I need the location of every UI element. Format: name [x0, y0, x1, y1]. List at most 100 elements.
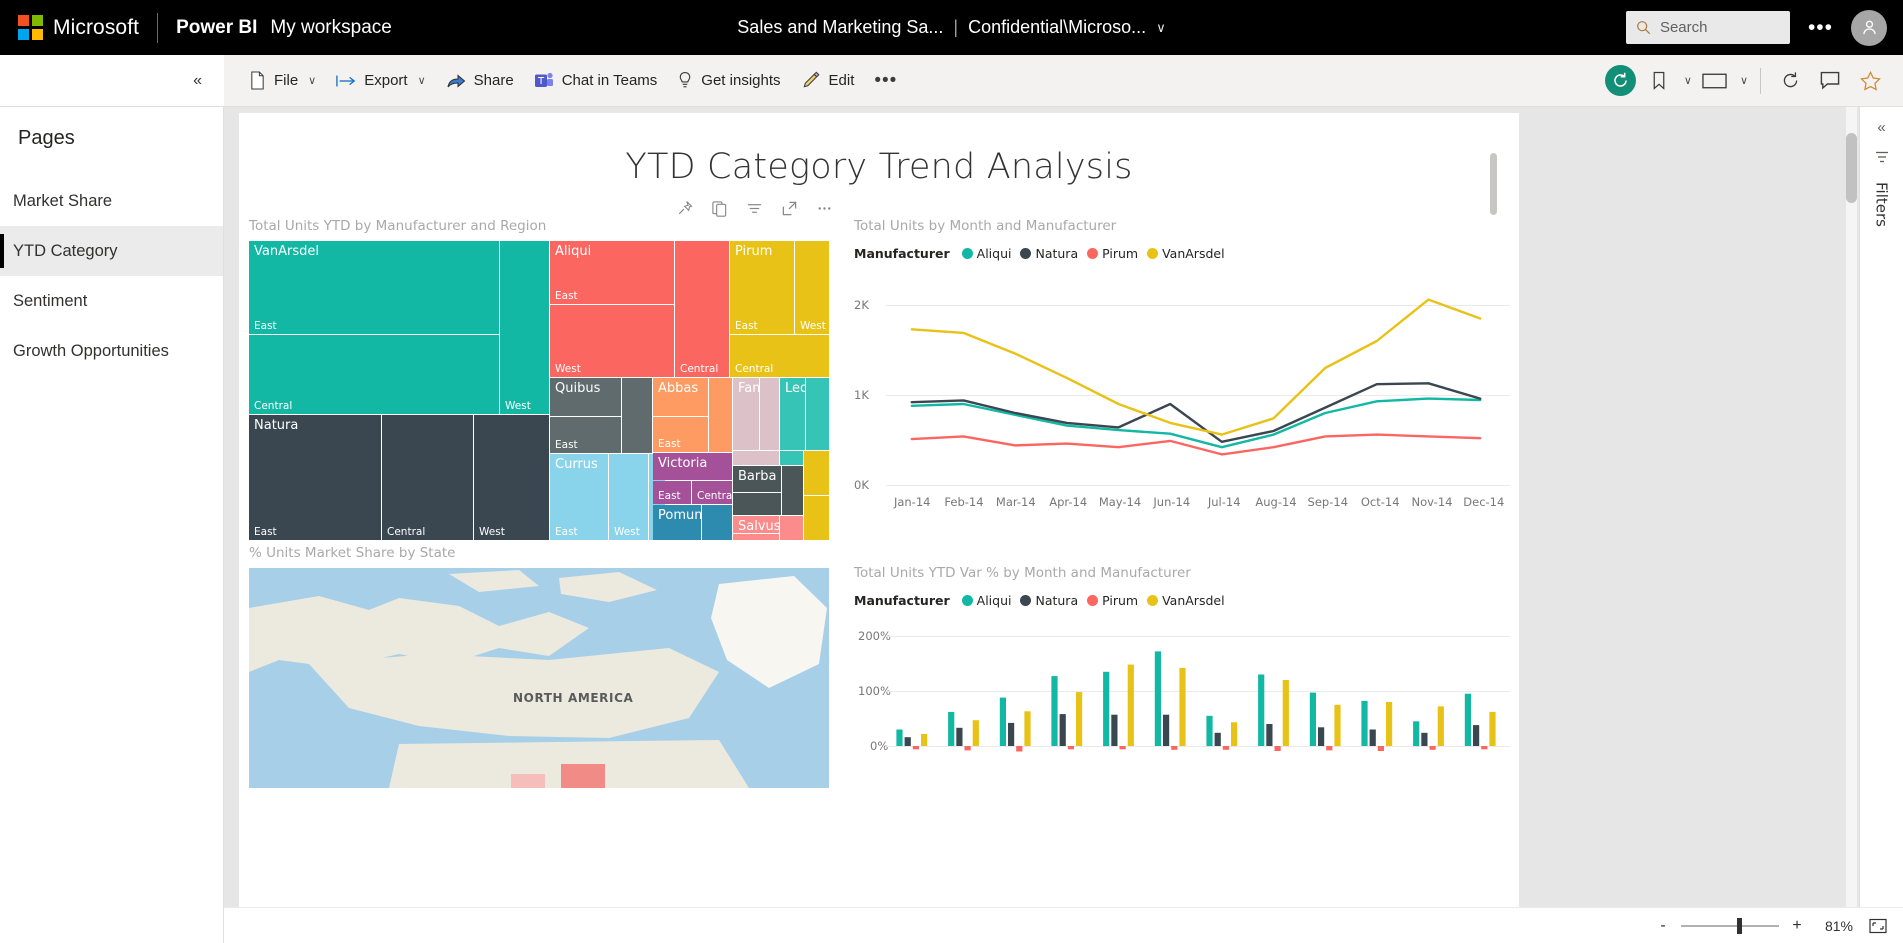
- treemap-tile[interactable]: Pirum East: [730, 241, 794, 334]
- treemap-tile[interactable]: [702, 505, 732, 540]
- toolbar-file-label: File: [274, 72, 299, 89]
- map-plot[interactable]: NORTH AMERICA: [249, 568, 829, 788]
- map-visual[interactable]: % Units Market Share by State NORTH AMER…: [249, 545, 841, 788]
- treemap-tile[interactable]: Salvus: [733, 516, 779, 533]
- treemap-tile[interactable]: Abbas: [653, 378, 708, 416]
- filter-icon[interactable]: [745, 199, 763, 217]
- toolbar-get-insights-button[interactable]: Get insights: [668, 63, 789, 99]
- more-options-icon[interactable]: [815, 199, 833, 217]
- treemap-tile[interactable]: [782, 466, 803, 515]
- report-page-scrollbar-thumb[interactable]: [1490, 153, 1497, 215]
- canvas-scrollbar-track[interactable]: [1846, 107, 1857, 943]
- legend-item[interactable]: Pirum: [1087, 246, 1138, 261]
- zoom-slider-handle[interactable]: [1737, 917, 1742, 934]
- favorite-icon[interactable]: [1853, 64, 1887, 98]
- chevron-down-icon[interactable]: ∨: [418, 74, 426, 87]
- search-input[interactable]: Search: [1625, 11, 1790, 44]
- treemap-tile[interactable]: [780, 516, 803, 540]
- treemap-tile[interactable]: West: [609, 454, 648, 540]
- legend-item[interactable]: Pirum: [1087, 593, 1138, 608]
- treemap-tile[interactable]: [780, 451, 803, 465]
- treemap-tile[interactable]: East: [653, 481, 691, 504]
- treemap-tile[interactable]: [733, 451, 779, 465]
- toolbar-file-button[interactable]: File ∨: [240, 63, 325, 99]
- sidebar-item-ytd-category[interactable]: YTD Category: [0, 226, 223, 276]
- legend-item[interactable]: Natura: [1020, 593, 1078, 608]
- toolbar-export-button[interactable]: Export ∨: [327, 63, 434, 99]
- topbar-more-button[interactable]: •••: [1798, 17, 1843, 38]
- powerbi-brand[interactable]: Power BI: [176, 17, 257, 39]
- microsoft-logo[interactable]: Microsoft: [0, 15, 139, 40]
- legend-item[interactable]: Natura: [1020, 246, 1078, 261]
- treemap-tile[interactable]: Victoria: [653, 453, 732, 480]
- chevron-down-icon[interactable]: ∨: [308, 74, 316, 87]
- treemap-tile[interactable]: Natura East: [249, 415, 381, 540]
- legend-item[interactable]: VanArsdel: [1147, 246, 1225, 261]
- treemap-tile[interactable]: West: [500, 241, 549, 414]
- avatar[interactable]: [1851, 9, 1887, 46]
- legend-item[interactable]: VanArsdel: [1147, 593, 1225, 608]
- treemap-tile[interactable]: Central: [692, 481, 732, 504]
- pin-icon[interactable]: [675, 199, 693, 217]
- toolbar-share-button[interactable]: Share: [437, 63, 523, 99]
- treemap-tile[interactable]: [760, 378, 779, 450]
- zoom-slider[interactable]: [1681, 917, 1779, 934]
- legend-item[interactable]: Aliqui: [961, 593, 1011, 608]
- report-name[interactable]: Sales and Marketing Sa...: [737, 17, 943, 38]
- sensitivity-label[interactable]: Confidential\Microso...: [968, 17, 1146, 38]
- toolbar-more-button[interactable]: •••: [865, 63, 906, 99]
- treemap-tile[interactable]: Currus East: [550, 454, 608, 540]
- sidebar-item-market-share[interactable]: Market Share: [0, 176, 223, 226]
- collapse-rail-icon[interactable]: «: [1877, 119, 1885, 136]
- treemap-tile[interactable]: Central: [675, 241, 729, 377]
- treemap-tile[interactable]: [733, 493, 781, 515]
- treemap-tile[interactable]: [804, 496, 829, 540]
- chevron-down-icon[interactable]: ∨: [1156, 20, 1166, 36]
- workspace-name[interactable]: My workspace: [270, 17, 391, 39]
- filters-label[interactable]: Filters: [1873, 182, 1891, 227]
- canvas-scrollbar-thumb[interactable]: [1846, 133, 1857, 203]
- treemap-tile[interactable]: West: [550, 305, 674, 377]
- sidebar-item-sentiment[interactable]: Sentiment: [0, 276, 223, 326]
- comment-icon[interactable]: [1813, 64, 1847, 98]
- view-chevron-down-icon[interactable]: ∨: [1740, 74, 1748, 87]
- focus-mode-icon[interactable]: [780, 199, 798, 217]
- treemap-tile[interactable]: Pomum: [653, 505, 701, 540]
- toolbar-edit-button[interactable]: Edit: [792, 63, 864, 99]
- bookmark-chevron-down-icon[interactable]: ∨: [1684, 74, 1692, 87]
- bar-chart-visual[interactable]: Total Units YTD Var % by Month and Manuf…: [854, 565, 1514, 794]
- copy-icon[interactable]: [710, 199, 728, 217]
- treemap-tile[interactable]: Leo: [780, 378, 805, 450]
- fit-to-page-icon[interactable]: [1869, 918, 1887, 934]
- treemap-tile[interactable]: East: [550, 417, 621, 453]
- reset-icon[interactable]: [1604, 65, 1636, 96]
- treemap-tile[interactable]: Central: [249, 335, 499, 414]
- treemap-tile[interactable]: Fama: [733, 378, 759, 450]
- treemap-tile[interactable]: [806, 378, 829, 450]
- zoom-in-button[interactable]: +: [1789, 917, 1805, 935]
- treemap-tile[interactable]: East: [653, 417, 708, 452]
- treemap-tile[interactable]: VanArsdel East: [249, 241, 499, 334]
- treemap-tile[interactable]: Aliqui East: [550, 241, 674, 304]
- filters-icon[interactable]: [1874, 149, 1890, 165]
- zoom-out-button[interactable]: -: [1655, 917, 1671, 935]
- line-chart-visual[interactable]: Total Units by Month and Manufacturer Ma…: [854, 218, 1514, 512]
- bookmark-icon[interactable]: [1642, 64, 1676, 98]
- view-icon[interactable]: [1698, 64, 1732, 98]
- treemap-tile[interactable]: West: [795, 241, 829, 334]
- sidebar-item-growth-opportunities[interactable]: Growth Opportunities: [0, 326, 223, 376]
- toolbar-chat-in-teams-button[interactable]: T Chat in Teams: [525, 63, 667, 99]
- treemap-tile[interactable]: Central: [730, 335, 829, 377]
- treemap-tile[interactable]: West: [474, 415, 549, 540]
- treemap-tile[interactable]: [622, 378, 652, 453]
- treemap-visual[interactable]: Total Units YTD by Manufacturer and Regi…: [249, 218, 841, 540]
- treemap-tile[interactable]: Quibus: [550, 378, 621, 416]
- treemap-tile[interactable]: Barba: [733, 466, 781, 492]
- treemap-tile[interactable]: [804, 451, 829, 495]
- legend-item[interactable]: Aliqui: [961, 246, 1011, 261]
- treemap-tile[interactable]: [733, 534, 779, 540]
- refresh-icon[interactable]: [1773, 64, 1807, 98]
- treemap-tile[interactable]: [709, 378, 732, 452]
- treemap-tile[interactable]: Central: [382, 415, 473, 540]
- collapse-pages-button[interactable]: «: [0, 55, 224, 106]
